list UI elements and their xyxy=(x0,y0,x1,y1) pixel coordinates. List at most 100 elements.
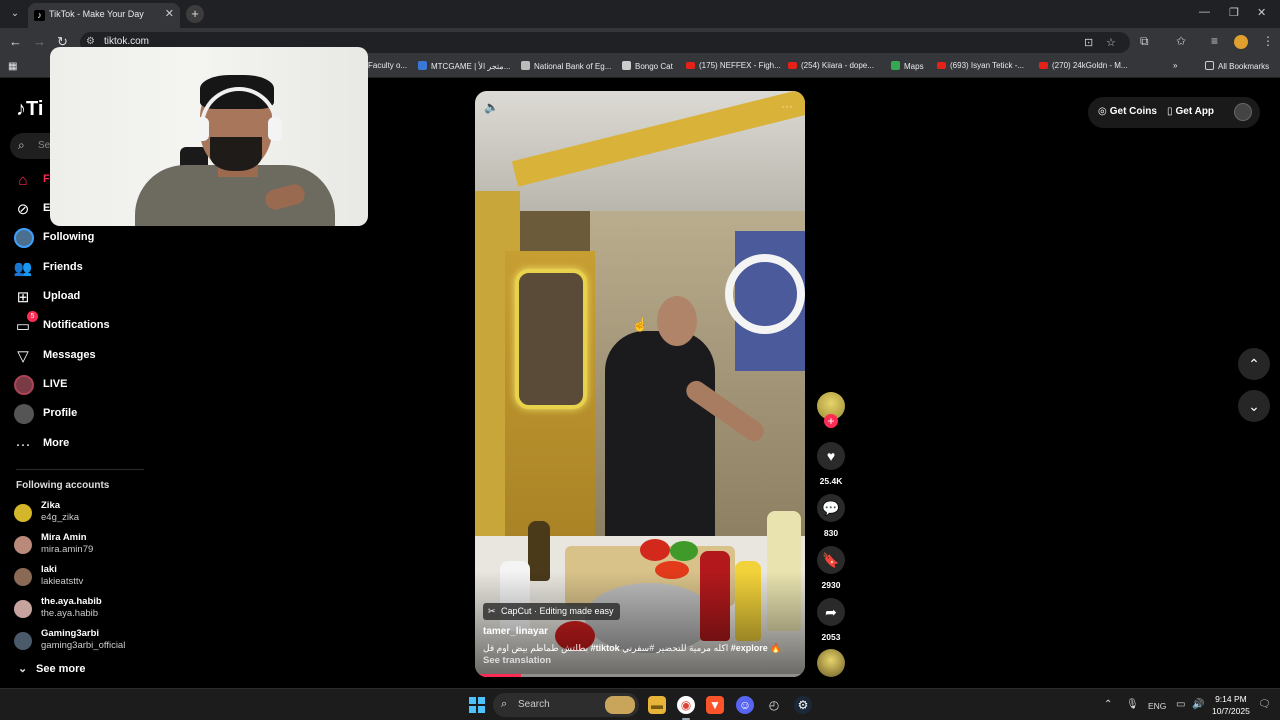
account-name: Zika xyxy=(41,500,61,511)
bookmark-item[interactable]: Maps xyxy=(891,61,924,71)
bookmark-item[interactable]: Bongo Cat xyxy=(622,61,673,71)
microphone-icon[interactable]: 🎙 xyxy=(1126,699,1139,710)
forward-button[interactable]: → xyxy=(33,34,46,49)
volume-icon[interactable]: 🔈 xyxy=(484,100,499,114)
taskbar-clock[interactable]: 9:14 PM 10/7/2025 xyxy=(1212,693,1250,717)
install-app-icon[interactable]: ⊡ xyxy=(1084,36,1093,49)
taskbar-search[interactable]: ⌕ Search xyxy=(493,693,639,717)
video-scene xyxy=(605,331,715,551)
coin-icon: ◎ xyxy=(1098,106,1107,117)
taskbar-search-label: Search xyxy=(518,699,550,710)
video-progress-fill xyxy=(475,674,522,677)
video-scene xyxy=(725,254,805,334)
account-item[interactable]: Zika e4g_zika xyxy=(14,500,154,528)
discord-icon[interactable]: ☺ xyxy=(736,696,754,714)
user-avatar[interactable] xyxy=(1234,103,1252,121)
nav-upload[interactable]: ⊞ Upload xyxy=(12,286,152,310)
apps-grid-icon[interactable]: ▦ xyxy=(8,61,17,72)
previous-video-button[interactable]: ⌃ xyxy=(1238,348,1270,380)
tiktok-favicon-icon: ♪ xyxy=(34,10,45,21)
bookmarks-manager-icon[interactable]: ✩ xyxy=(1176,34,1186,48)
back-button[interactable]: ← xyxy=(9,34,22,49)
like-button[interactable]: ♥ xyxy=(817,442,845,470)
bookmark-star-icon[interactable]: ☆ xyxy=(1106,36,1116,49)
nav-label: F xyxy=(43,173,50,185)
video-progress-track[interactable] xyxy=(475,674,805,677)
site-info-icon[interactable]: ⚙ xyxy=(86,36,95,47)
hashtag[interactable]: #explore xyxy=(731,643,768,653)
brave-icon[interactable]: ▼ xyxy=(706,696,724,714)
account-item[interactable]: Gaming3arbi gaming3arbi_official xyxy=(14,628,154,656)
nav-following[interactable]: Following xyxy=(12,227,152,251)
share-button[interactable]: ➦ xyxy=(817,598,845,626)
nav-label: Friends xyxy=(43,261,83,273)
video-player[interactable]: 🔈 ··· ✂ CapCut · Editing made easy tamer… xyxy=(475,91,805,677)
video-scene xyxy=(640,539,670,561)
profile-avatar xyxy=(14,404,34,424)
language-indicator[interactable]: ENG xyxy=(1148,701,1166,711)
timer-app-icon[interactable]: ◴ xyxy=(765,696,783,714)
media-controls-icon[interactable]: ≡ xyxy=(1211,34,1218,48)
see-more-button[interactable]: ⌄ See more xyxy=(18,662,86,675)
tab-close-icon[interactable]: ✕ xyxy=(165,7,174,20)
all-bookmarks-button[interactable]: All Bookmarks xyxy=(1205,61,1269,71)
tiktok-logo[interactable]: ♪Ti xyxy=(16,98,43,121)
music-disc-icon[interactable] xyxy=(817,649,845,677)
nav-more[interactable]: ··· More xyxy=(12,433,152,457)
nav-label: Notifications xyxy=(43,319,110,331)
video-scene xyxy=(657,296,697,346)
chrome-icon[interactable]: ◉ xyxy=(677,696,695,714)
bookmark-item[interactable]: MTCGAME | متجر الأ... xyxy=(418,61,510,71)
follow-plus-button[interactable]: + xyxy=(824,414,838,428)
bookmark-item[interactable]: (254) Kiiara - dope... xyxy=(788,61,874,70)
nav-label: Profile xyxy=(43,407,78,419)
bookmark-item[interactable]: Faculty o... xyxy=(368,61,407,70)
file-explorer-icon[interactable]: ▬ xyxy=(648,696,666,714)
bookmark-item[interactable]: (175) NEFFEX - Figh... xyxy=(686,61,781,70)
see-translation-link[interactable]: See translation xyxy=(483,655,551,666)
next-video-button[interactable]: ⌄ xyxy=(1238,390,1270,422)
steam-icon[interactable]: ⚙ xyxy=(794,696,812,714)
account-handle: e4g_zika xyxy=(41,512,80,523)
like-count: 25.4K xyxy=(819,476,843,486)
account-avatar xyxy=(14,568,32,586)
nav-friends[interactable]: 👥 Friends xyxy=(12,257,152,281)
minimize-button[interactable]: — xyxy=(1199,6,1210,18)
extensions-icon[interactable]: ⧉ xyxy=(1140,34,1149,49)
account-item[interactable]: the.aya.habib the.aya.habib xyxy=(14,596,154,624)
more-options-icon[interactable]: ··· xyxy=(781,99,793,113)
capcut-label[interactable]: ✂ CapCut · Editing made easy xyxy=(483,603,620,620)
account-item[interactable]: Mira Amin mira.amin79 xyxy=(14,532,154,560)
bookmark-item[interactable]: (270) 24kGoldn - M... xyxy=(1039,61,1128,70)
bookmark-item[interactable]: (693) Isyan Tetick -... xyxy=(937,61,1024,70)
get-app-button[interactable]: ▯ Get App xyxy=(1167,106,1214,117)
windows-start-icon[interactable] xyxy=(469,697,485,713)
comment-button[interactable]: 💬 xyxy=(817,494,845,522)
more-bookmarks-button[interactable]: » xyxy=(1173,61,1177,70)
notification-center-icon[interactable]: 🗨 xyxy=(1258,699,1271,710)
new-tab-button[interactable]: + xyxy=(186,5,204,23)
maximize-button[interactable]: ❐ xyxy=(1229,6,1239,19)
nav-profile[interactable]: Profile xyxy=(12,403,152,427)
tray-overflow-icon[interactable]: ⌃ xyxy=(1104,699,1112,710)
video-author[interactable]: tamer_linayar xyxy=(483,626,548,637)
webcam-headphone-left xyxy=(195,117,209,141)
nav-notifications[interactable]: ▭ 5 Notifications xyxy=(12,311,152,339)
speaker-icon[interactable]: 🔊 xyxy=(1192,699,1204,710)
hashtag[interactable]: #tiktok xyxy=(591,643,620,653)
tiktok-note-icon: ♪ xyxy=(16,98,26,120)
browser-menu-icon[interactable]: ⋮ xyxy=(1262,34,1274,48)
browser-profile-avatar[interactable] xyxy=(1234,35,1248,49)
search-icon: ⌕ xyxy=(18,138,25,152)
nav-live[interactable]: LIVE xyxy=(12,374,152,398)
account-item[interactable]: laki lakieatsttv xyxy=(14,564,154,592)
browser-tab[interactable]: ♪ TikTok - Make Your Day ✕ xyxy=(28,3,180,28)
tab-search-icon[interactable]: ⌄ xyxy=(6,5,24,23)
get-coins-button[interactable]: ◎ Get Coins xyxy=(1098,106,1157,117)
save-button[interactable]: 🔖 xyxy=(817,546,845,574)
close-window-button[interactable]: ✕ xyxy=(1257,6,1266,19)
nav-messages[interactable]: ▽ Messages xyxy=(12,345,152,369)
network-icon[interactable]: ▭ xyxy=(1176,699,1185,710)
search-icon: ⌕ xyxy=(501,698,508,710)
bookmark-item[interactable]: National Bank of Eg... xyxy=(521,61,611,71)
